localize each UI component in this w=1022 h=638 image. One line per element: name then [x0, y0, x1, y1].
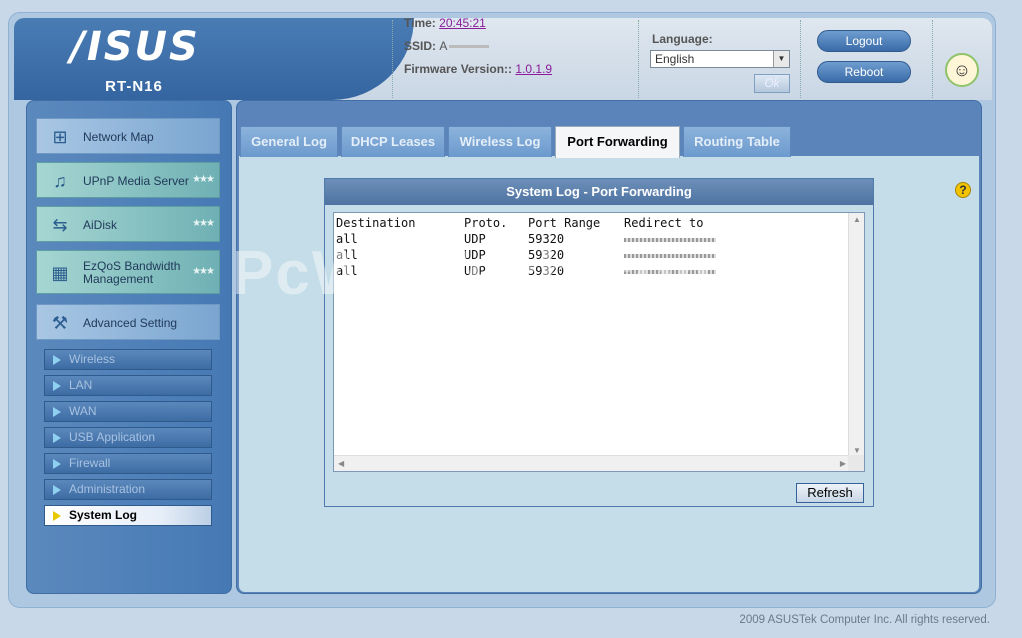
sidebar-item-label: UPnP Media Server — [83, 173, 189, 188]
arrow-right-icon — [53, 433, 61, 443]
time-label: Time: — [404, 16, 436, 30]
sidebar-sub-label: System Log — [69, 508, 138, 522]
tab-port-forwarding[interactable]: Port Forwarding — [555, 126, 680, 158]
panel-title: System Log - Port Forwarding — [325, 179, 873, 205]
sidebar-sub-label: USB Application — [69, 430, 156, 444]
sidebar-sub-wan[interactable]: WAN — [44, 401, 212, 422]
tab-dhcp-leases[interactable]: DHCP Leases — [341, 126, 445, 157]
firmware-link[interactable]: 1.0.1.9 — [515, 62, 552, 76]
sidebar-sub-system-log[interactable]: System Log — [44, 505, 212, 526]
cell-port-range: 59320 — [528, 232, 565, 246]
sidebar-sub-wireless[interactable]: Wireless — [44, 349, 212, 370]
table-row: all UDP 59320 — [336, 232, 716, 246]
sidebar-item-label: Advanced Setting — [83, 315, 178, 330]
language-selected: English — [655, 52, 695, 66]
sidebar-sub-label: Administration — [69, 482, 146, 496]
copyright-footer: 2009 ASUSTek Computer Inc. All rights re… — [739, 614, 990, 626]
time-link[interactable]: 20:45:21 — [439, 16, 486, 30]
advanced-setting-icon: ⚒ — [51, 313, 69, 333]
sidebar-item-label: EzQoS Bandwidth Management — [83, 259, 181, 286]
arrow-right-icon — [53, 511, 61, 521]
stars-icon: ★★★ — [192, 174, 215, 185]
arrow-right-icon — [53, 459, 61, 469]
language-ok-button[interactable]: Ok — [754, 74, 790, 93]
firmware-label: Firmware Version:: — [404, 62, 513, 76]
ssid-redaction — [449, 45, 490, 49]
cell-destination: all — [336, 232, 358, 246]
arrow-right-icon — [53, 485, 61, 495]
model-name: RT-N16 — [105, 78, 163, 95]
cell-proto: UDP — [464, 248, 486, 262]
sidebar-sub-firewall[interactable]: Firewall — [44, 453, 212, 474]
table-row: all UDP 59320 — [336, 264, 716, 278]
cell-proto: UDP — [464, 264, 486, 278]
cell-destination: all — [336, 248, 358, 262]
sidebar-item-aidisk[interactable]: ⇆ AiDisk ★★★ — [36, 206, 220, 242]
vertical-scrollbar[interactable]: ▲ ▼ — [848, 213, 864, 457]
scroll-corner — [848, 455, 864, 471]
stars-icon: ★★★ — [192, 266, 215, 277]
sidebar-sub-administration[interactable]: Administration — [44, 479, 212, 500]
scroll-left-icon[interactable]: ◀ — [338, 459, 344, 468]
cell-proto: UDP — [464, 232, 486, 246]
asus-logo: /ISUS — [70, 24, 200, 70]
language-select[interactable]: English ▼ — [650, 50, 790, 68]
log-textarea[interactable]: Destination Proto. Port Range Redirect to a… — [333, 212, 865, 472]
table-row: all UDP 59320 — [336, 248, 716, 262]
help-icon[interactable]: ? — [955, 182, 971, 198]
router-info: Time: 20:45:21 SSID: A Firmware Version:… — [404, 12, 552, 81]
refresh-button[interactable]: Refresh — [796, 483, 864, 503]
sidebar-sub-lan[interactable]: LAN — [44, 375, 212, 396]
column-redirect-to: Redirect to — [624, 216, 704, 230]
sidebar-sub-usb-application[interactable]: USB Application — [44, 427, 212, 448]
log-content: Destination Proto. Port Range Redirect to a… — [336, 215, 716, 279]
header-divider — [800, 20, 801, 98]
scroll-down-icon[interactable]: ▼ — [853, 446, 861, 455]
sidebar-sub-label: Wireless — [69, 352, 116, 366]
tab-wireless-log[interactable]: Wireless Log — [448, 126, 552, 157]
language-label: Language: — [652, 32, 713, 46]
sidebar-item-label: AiDisk — [83, 217, 118, 232]
reboot-button[interactable]: Reboot — [817, 61, 911, 83]
tab-general-log[interactable]: General Log — [240, 126, 338, 157]
sidebar-sub-label: WAN — [69, 404, 97, 418]
sidebar-sub-label: LAN — [69, 378, 93, 392]
sidebar-item-label: Network Map — [83, 129, 154, 144]
cell-destination: all — [336, 264, 358, 278]
sidebar-item-network-map[interactable]: ⊞ Network Map — [36, 118, 220, 154]
chevron-down-icon[interactable]: ▼ — [773, 51, 789, 67]
network-map-icon: ⊞ — [52, 127, 68, 147]
column-port-range: Port Range — [528, 216, 601, 230]
redacted-address — [624, 237, 716, 242]
scroll-right-icon[interactable]: ▶ — [840, 459, 846, 468]
arrow-right-icon — [53, 381, 61, 391]
column-destination: Destination — [336, 216, 416, 230]
ezqos-icon: ▦ — [51, 263, 69, 283]
log-panel: System Log - Port Forwarding Destination… — [324, 178, 874, 507]
sidebar-item-upnp-media-server[interactable]: ♫ UPnP Media Server ★★★ — [36, 162, 220, 198]
redacted-address — [624, 269, 716, 274]
ssid-value: A — [439, 39, 448, 53]
media-server-icon: ♫ — [53, 171, 67, 191]
ssid-label: SSID: — [404, 39, 437, 53]
redacted-address — [624, 253, 716, 258]
sidebar-sub-label: Firewall — [69, 456, 111, 470]
arrow-right-icon — [53, 407, 61, 417]
aidisk-icon: ⇆ — [52, 215, 68, 235]
header-divider — [638, 20, 639, 98]
column-proto: Proto. — [464, 216, 508, 230]
header-divider — [932, 20, 933, 98]
scroll-up-icon[interactable]: ▲ — [853, 215, 861, 224]
horizontal-scrollbar[interactable]: ◀ ▶ — [334, 455, 850, 471]
mascot-icon: ☺ — [945, 53, 979, 87]
header-divider — [392, 20, 393, 98]
cell-port-range: 59320 — [528, 248, 565, 262]
tab-routing-table[interactable]: Routing Table — [683, 126, 791, 157]
arrow-right-icon — [53, 355, 61, 365]
stars-icon: ★★★ — [192, 218, 215, 229]
logout-button[interactable]: Logout — [817, 30, 911, 52]
sidebar-item-ezqos[interactable]: ▦ EzQoS Bandwidth Management ★★★ — [36, 250, 220, 294]
cell-port-range: 59320 — [528, 264, 565, 278]
sidebar-item-advanced-setting[interactable]: ⚒ Advanced Setting — [36, 304, 220, 340]
